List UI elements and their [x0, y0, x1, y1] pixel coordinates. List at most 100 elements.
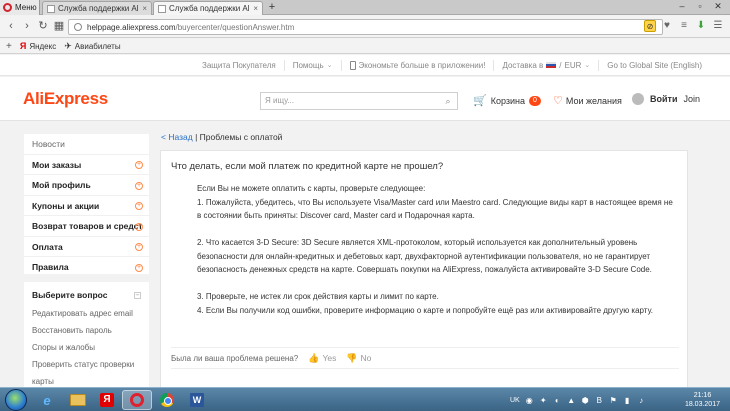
question-link[interactable]: Редактировать адрес email — [24, 305, 149, 322]
answer-body: Если Вы не можете оплатить с карты, пров… — [197, 182, 677, 317]
sidebar-item-rules[interactable]: Правила + — [24, 257, 149, 278]
bookmarks-bar: + Я Яндекс ✈ Авиабилеты — [0, 39, 730, 54]
url-host: helppage.aliexpress.com — [87, 22, 176, 32]
collapse-icon[interactable]: – — [134, 292, 141, 299]
bookmarks-menu-icon[interactable]: ≡ — [678, 20, 690, 32]
network-icon[interactable]: ▮ — [623, 396, 632, 405]
bookmark-avia[interactable]: ✈ Авиабилеты — [64, 41, 120, 52]
expand-icon[interactable]: + — [135, 161, 143, 169]
url-field[interactable]: helppage.aliexpress.com/buyercenter/ques… — [68, 19, 663, 35]
system-clock[interactable]: 21:16 18.03.2017 — [685, 391, 720, 409]
feedback-no-button[interactable]: 👎 No — [346, 353, 371, 364]
expand-icon[interactable]: + — [135, 181, 143, 190]
expand-icon[interactable]: + — [135, 243, 143, 251]
opera-menu-button[interactable]: Меню — [0, 0, 40, 15]
tab-close-icon[interactable]: × — [142, 4, 147, 13]
sidebar-item-returns[interactable]: Возврат товаров и средст + — [24, 216, 149, 237]
answer-line: 2. Что касается 3-D Secure: 3D Secure яв… — [197, 238, 638, 247]
sidebar-item-profile[interactable]: Мой профиль + — [24, 175, 149, 196]
answer-line: Если Вы не можете оплатить с карты, пров… — [197, 184, 426, 193]
volume-icon[interactable]: ♪ — [637, 396, 646, 405]
tray-app-icon[interactable]: ▲ — [567, 396, 576, 405]
language-indicator[interactable]: UK — [510, 397, 520, 404]
expand-icon[interactable]: + — [135, 202, 143, 210]
taskbar-word[interactable]: W — [182, 390, 212, 410]
tray-app-icon[interactable]: ◐ — [553, 396, 562, 405]
start-button[interactable] — [5, 389, 27, 411]
chrome-icon — [160, 393, 174, 407]
feedback-yes-button[interactable]: 👍 Yes — [308, 353, 336, 364]
tray-app-icon[interactable]: B — [595, 396, 604, 405]
yandex-browser-icon: Я — [100, 393, 114, 407]
expand-icon[interactable]: + — [135, 222, 143, 231]
windows-taskbar: e Я W UK ◉ ✦ ◐ ▲ ⬢ B ⚑ ▮ ♪ 21:16 18.03.2… — [0, 387, 730, 411]
question-link[interactable]: Восстановить пароль — [24, 322, 149, 339]
browser-tab-1[interactable]: Служба поддержки AliExp × — [42, 1, 152, 15]
choose-question-header[interactable]: Выберите вопрос – — [24, 286, 149, 305]
buyer-protection-link[interactable]: Защита Покупателя — [194, 60, 284, 71]
taskbar-explorer[interactable] — [63, 390, 93, 410]
answer-line: безопасности для онлайн-кредитных и дебе… — [197, 251, 651, 261]
add-bookmark-icon[interactable]: + — [6, 41, 12, 52]
signin-link[interactable]: Войти — [650, 94, 677, 104]
maximize-icon[interactable]: ▫ — [691, 0, 709, 12]
browser-tab-2[interactable]: Служба поддержки AliEx × — [153, 1, 263, 15]
answer-line: в состоянии быть приняты: Discover card,… — [197, 211, 475, 220]
download-icon[interactable]: ⬇ — [695, 20, 707, 32]
yandex-bar-icon[interactable]: ⊘ — [644, 20, 656, 32]
new-tab-button[interactable]: + — [266, 1, 278, 14]
search-icon[interactable]: ⌕ — [439, 93, 457, 109]
taskbar-yandex[interactable]: Я — [92, 390, 122, 410]
internet-explorer-icon: e — [43, 392, 51, 408]
forward-icon[interactable]: › — [20, 19, 34, 33]
help-menu[interactable]: Помощь ⌄ — [283, 59, 341, 71]
global-site-link[interactable]: Go to Global Site (English) — [598, 59, 710, 71]
answer-line: 3. Проверьте, не истек ли срок действия … — [197, 292, 439, 301]
extensions-icon[interactable]: ☰ — [712, 20, 724, 32]
question-link[interactable]: Проверить статус проверки — [24, 356, 149, 373]
flag-icon — [546, 62, 557, 68]
flag-tray-icon[interactable]: ⚑ — [609, 396, 618, 405]
thumbs-up-icon: 👍 — [308, 352, 320, 363]
sidebar-item-orders[interactable]: Мои заказы + — [24, 155, 149, 175]
search-input[interactable]: Я ищу... ⌕ — [260, 92, 458, 110]
tab-close-icon[interactable]: × — [253, 4, 258, 13]
app-promo-link[interactable]: Экономьте больше в приложении! — [340, 59, 494, 71]
opera-logo-icon — [3, 3, 12, 12]
taskbar-chrome[interactable] — [152, 390, 182, 410]
feedback-question: Была ли ваша проблема решена? — [171, 353, 299, 363]
tray-app-icon[interactable]: ✦ — [539, 396, 548, 405]
sidebar-item-payment[interactable]: Оплата + — [24, 237, 149, 257]
join-link[interactable]: Join — [683, 94, 700, 104]
tray-app-icon[interactable]: ⬢ — [581, 396, 590, 405]
clock-date: 18.03.2017 — [684, 401, 720, 408]
bookmark-yandex[interactable]: Я Яндекс — [20, 41, 56, 51]
sidebar-item-coupons[interactable]: Купоны и акции + — [24, 196, 149, 216]
tray-app-icon[interactable]: ◉ — [525, 396, 534, 405]
ship-to-selector[interactable]: Доставка в / EUR ⌄ — [493, 59, 598, 71]
back-icon[interactable]: ‹ — [4, 19, 18, 33]
sidebar-item-news[interactable]: Новости — [24, 134, 149, 155]
heart-bookmark-icon[interactable]: ♥ — [661, 20, 673, 32]
page-favicon-icon — [47, 4, 55, 13]
expand-icon[interactable]: + — [135, 263, 143, 272]
minimize-icon[interactable]: – — [673, 0, 691, 12]
wishlist-link[interactable]: ♡ Мои желания — [553, 94, 622, 107]
back-link[interactable]: < Назад — [161, 132, 193, 142]
help-categories-menu: Новости Мои заказы + Мой профиль + Купоны … — [24, 134, 149, 278]
aliexpress-logo[interactable]: AliExpress — [23, 89, 108, 109]
speed-dial-icon[interactable]: ▦ — [52, 19, 66, 33]
cart-link[interactable]: 🛒 Корзина 0 — [473, 94, 541, 107]
answer-line: 1. Пожалуйста, убедитесь, что Вы использ… — [197, 197, 673, 207]
question-link[interactable]: Споры и жалобы — [24, 339, 149, 356]
taskbar-ie[interactable]: e — [32, 390, 62, 410]
breadcrumb-separator: | — [195, 132, 198, 142]
close-window-icon[interactable]: ✕ — [709, 0, 727, 12]
choose-question-menu: Выберите вопрос – Редактировать адрес ema… — [24, 282, 149, 387]
phone-icon — [349, 60, 356, 70]
feedback-bar: Была ли ваша проблема решена? 👍 Yes 👎 No — [171, 347, 679, 369]
reload-icon[interactable]: ↻ — [36, 19, 50, 33]
question-link[interactable]: карты — [24, 373, 149, 387]
taskbar-opera[interactable] — [122, 390, 152, 410]
